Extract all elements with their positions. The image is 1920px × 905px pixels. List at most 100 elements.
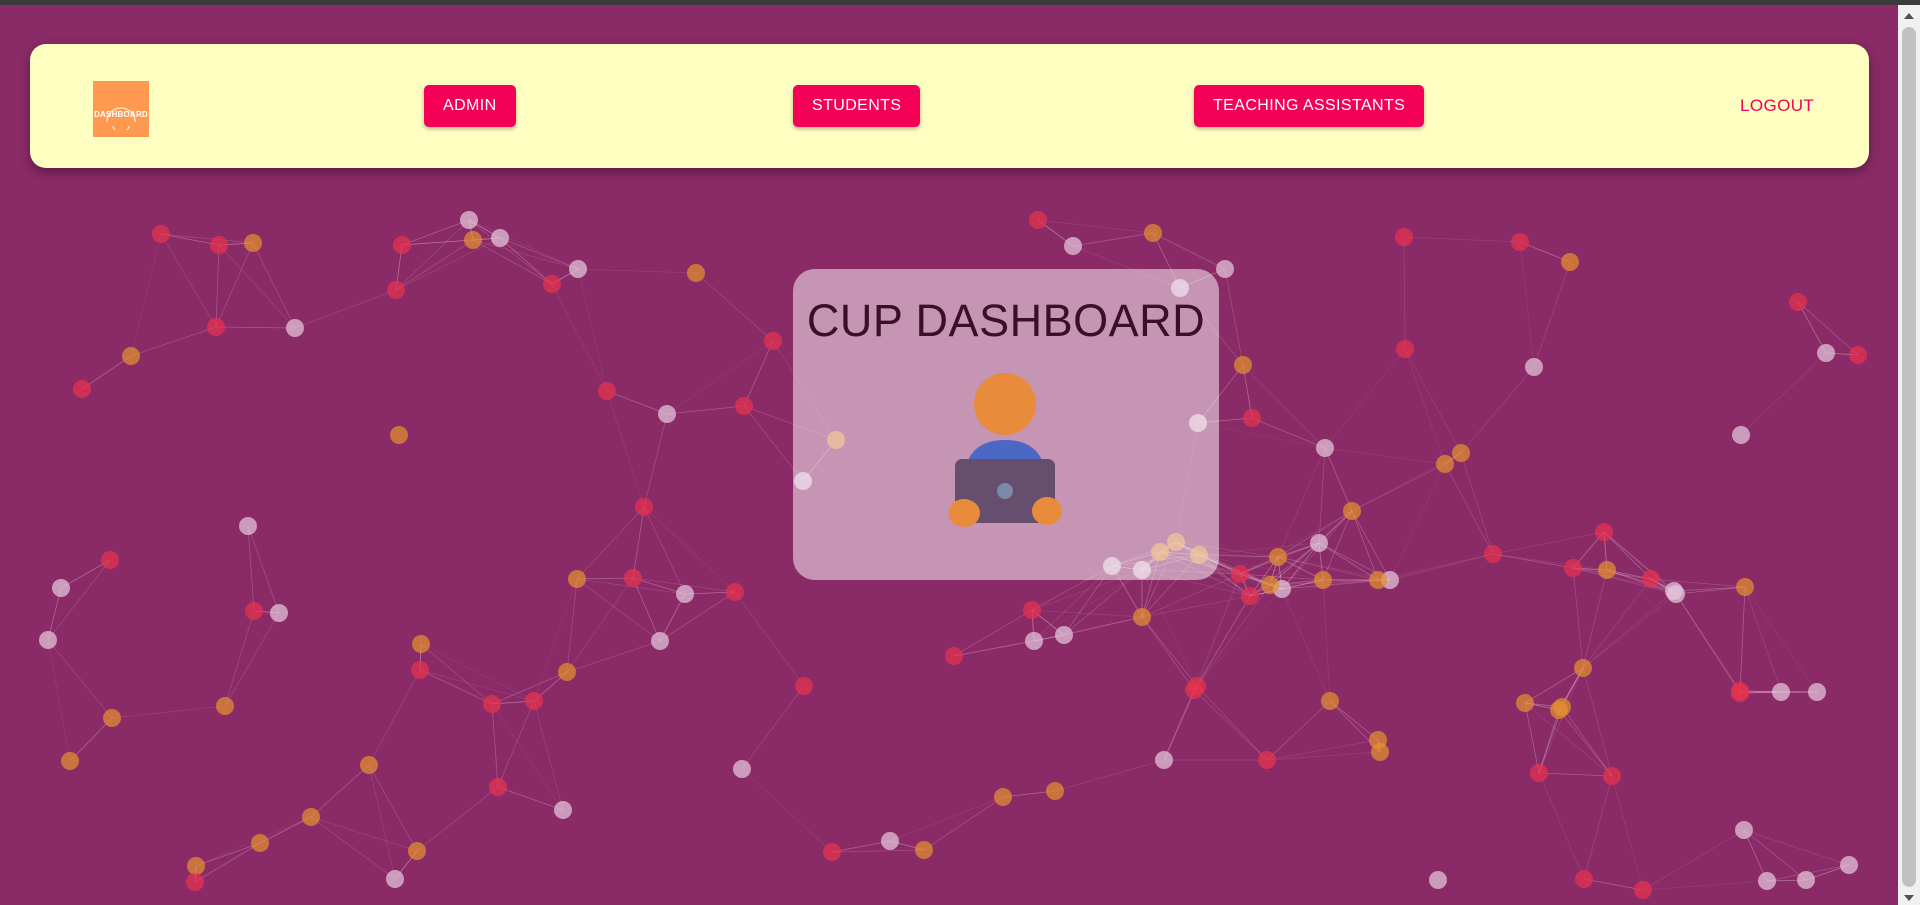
network-node	[270, 604, 288, 622]
network-node	[1144, 224, 1162, 242]
network-node	[1029, 211, 1047, 229]
network-link	[551, 283, 608, 392]
network-node	[1595, 523, 1613, 541]
network-node	[1023, 601, 1041, 619]
network-node	[39, 631, 57, 649]
network-link	[1460, 366, 1535, 454]
network-link	[368, 669, 421, 766]
network-node	[795, 677, 813, 695]
network-link	[1582, 590, 1675, 669]
network-link	[1324, 447, 1353, 512]
network-node	[1575, 870, 1593, 888]
network-link	[566, 577, 634, 673]
network-link	[395, 237, 501, 291]
network-node	[483, 695, 501, 713]
network-link	[1351, 463, 1446, 512]
scroll-thumb[interactable]	[1902, 27, 1916, 887]
network-link	[1141, 616, 1195, 691]
network-link	[1611, 775, 1644, 891]
vertical-scrollbar[interactable]	[1898, 5, 1920, 905]
network-node	[733, 760, 751, 778]
network-node	[1817, 344, 1835, 362]
network-link	[1739, 586, 1746, 692]
network-link	[666, 405, 745, 415]
network-link	[1324, 447, 1446, 465]
scroll-up-icon[interactable]	[1904, 13, 1914, 19]
network-link	[1642, 880, 1768, 891]
network-node	[1452, 444, 1470, 462]
network-node	[1133, 608, 1151, 626]
network-link	[659, 591, 736, 642]
network-node	[1314, 571, 1332, 589]
network-link	[497, 700, 535, 788]
network-link	[218, 244, 296, 329]
network-node	[568, 570, 586, 588]
network-link	[247, 525, 255, 612]
network-link	[1239, 510, 1353, 575]
dashboard-logo[interactable]: DASHBOARD	[93, 81, 149, 137]
network-link	[1224, 268, 1244, 366]
network-link	[395, 219, 470, 291]
network-node	[1642, 570, 1660, 588]
network-node	[186, 873, 204, 891]
network-node	[823, 843, 841, 861]
network-link	[606, 390, 645, 508]
network-link	[1389, 463, 1446, 581]
network-node	[543, 275, 561, 293]
network-link	[1740, 352, 1827, 436]
network-link	[47, 639, 71, 762]
network-link	[1582, 578, 1652, 669]
network-link	[215, 326, 296, 329]
network-link	[953, 634, 1065, 657]
students-button[interactable]: STUDENTS	[793, 85, 921, 127]
network-node	[658, 405, 676, 423]
network-node	[1395, 228, 1413, 246]
network-node	[1046, 782, 1064, 800]
teaching-assistants-button[interactable]: TEACHING ASSISTANTS	[1194, 85, 1425, 127]
network-link	[111, 705, 226, 719]
network-node	[1735, 821, 1753, 839]
network-link	[1744, 586, 1818, 693]
network-link	[1163, 689, 1195, 761]
network-link	[1603, 531, 1675, 592]
network-link	[160, 233, 254, 244]
network-node	[915, 841, 933, 859]
network-node	[994, 788, 1012, 806]
network-node	[73, 380, 91, 398]
network-link	[1583, 775, 1613, 880]
network-link	[130, 233, 162, 357]
network-node	[411, 661, 429, 679]
network-link	[1743, 829, 1807, 881]
logo-text: DASHBOARD	[94, 109, 148, 119]
network-link	[1063, 616, 1143, 636]
network-node	[1736, 578, 1754, 596]
network-link	[1072, 232, 1154, 247]
network-link	[47, 559, 111, 641]
network-node	[239, 517, 257, 535]
network-link	[1582, 569, 1608, 669]
scroll-down-icon[interactable]	[1904, 895, 1914, 901]
network-node	[687, 264, 705, 282]
network-node	[1185, 681, 1203, 699]
network-link	[1193, 584, 1271, 691]
network-link	[247, 525, 280, 614]
network-node	[1216, 260, 1234, 278]
network-link	[160, 233, 217, 328]
network-node	[152, 225, 170, 243]
admin-button[interactable]: ADMIN	[424, 85, 516, 127]
network-link	[1583, 878, 1644, 891]
network-node	[1634, 881, 1652, 899]
network-link	[491, 703, 499, 788]
network-node	[408, 842, 426, 860]
network-node	[1598, 561, 1616, 579]
network-link	[1492, 553, 1608, 571]
page-title: CUP DASHBOARD	[806, 295, 1206, 346]
network-link	[576, 578, 661, 642]
network-link	[416, 786, 499, 852]
network-node	[393, 236, 411, 254]
network-link	[1266, 700, 1331, 761]
network-link	[499, 237, 579, 270]
network-node	[1231, 565, 1249, 583]
network-node	[216, 697, 234, 715]
logout-link[interactable]: LOGOUT	[1730, 85, 1824, 127]
